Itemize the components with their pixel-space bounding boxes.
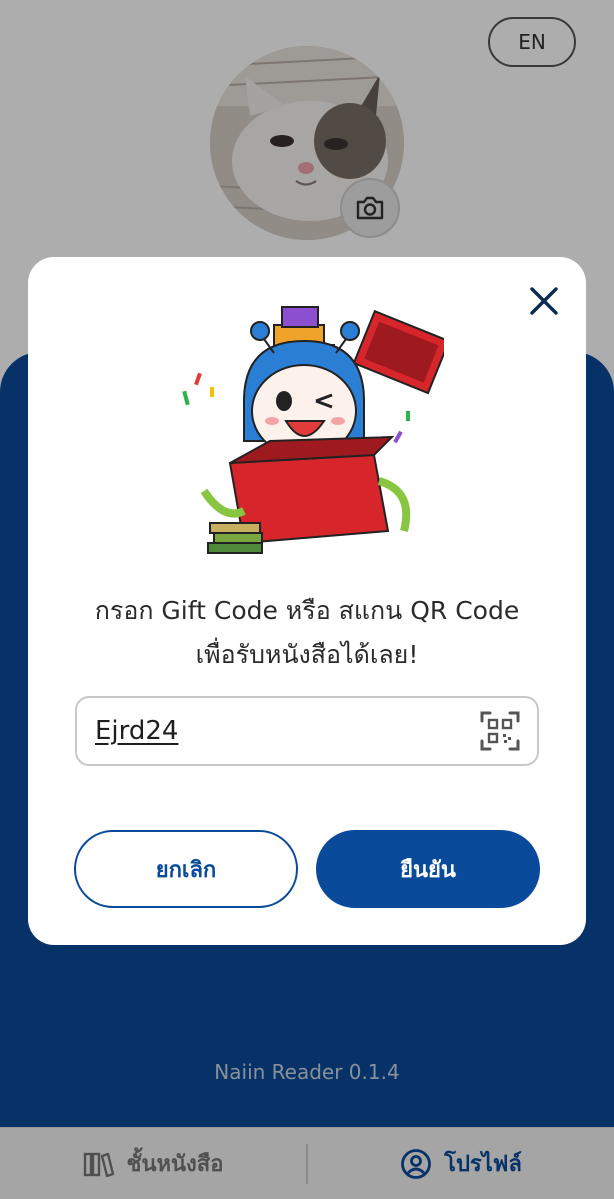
scan-qr-button[interactable] xyxy=(477,708,523,754)
gift-code-instructions: กรอก Gift Code หรือ สแกน QR Code เพื่อรั… xyxy=(48,589,566,677)
mascot-gift-box-illustration xyxy=(182,306,444,554)
gift-code-input[interactable]: Ejrd24 xyxy=(75,696,539,766)
confirm-button[interactable]: ยืนยัน xyxy=(316,830,540,908)
close-button[interactable] xyxy=(522,279,566,323)
gift-code-value[interactable]: Ejrd24 xyxy=(95,716,477,746)
gift-code-dialog: กรอก Gift Code หรือ สแกน QR Code เพื่อรั… xyxy=(28,257,586,945)
prompt-line-2: เพื่อรับหนังสือได้เลย! xyxy=(195,640,419,669)
prompt-line-1: กรอก Gift Code หรือ สแกน QR Code xyxy=(94,596,520,625)
cancel-button[interactable]: ยกเลิก xyxy=(74,830,298,908)
close-icon xyxy=(530,287,558,315)
qr-scan-icon xyxy=(480,711,520,751)
